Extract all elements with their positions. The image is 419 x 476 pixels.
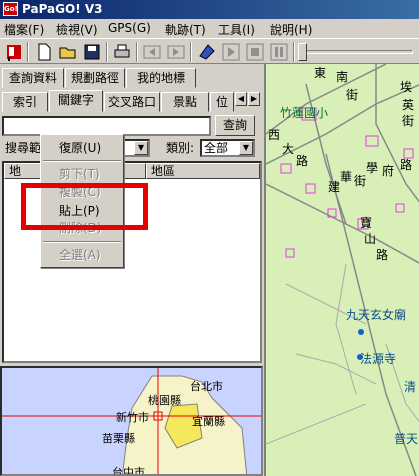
- toolbar-separator: [293, 42, 295, 62]
- chevron-down-icon[interactable]: ▼: [134, 141, 148, 155]
- tab-keyword[interactable]: 關鍵字: [49, 90, 103, 112]
- menu-help[interactable]: 說明(H): [270, 21, 312, 38]
- main-map[interactable]: 東 南 街 竹蓮國小 埃 英 街 西 大 路 學 府 路 華 建 街 寶 山 路…: [264, 64, 419, 476]
- map-street-label: 路: [296, 154, 309, 168]
- context-menu-cut[interactable]: 剪下(T): [41, 165, 123, 183]
- map-street-label: 南: [336, 70, 349, 84]
- toolbar-separator: [106, 42, 108, 62]
- map-street-label: 街: [346, 88, 359, 102]
- toolbar-separator: [190, 42, 192, 62]
- zoom-slider-thumb[interactable]: [298, 43, 307, 61]
- map-label: 桃園縣: [148, 394, 181, 407]
- new-file-icon[interactable]: [34, 42, 54, 62]
- tab-index[interactable]: 索引: [2, 92, 48, 112]
- map-label: 新竹市: [116, 411, 149, 424]
- pause-icon[interactable]: [269, 42, 289, 62]
- save-icon[interactable]: [82, 42, 102, 62]
- keyword-search-input[interactable]: [2, 116, 211, 136]
- menu-tools[interactable]: 工具(I): [218, 21, 255, 38]
- map-poi-label: 普天: [394, 432, 419, 446]
- map-street-label: 街: [354, 174, 367, 188]
- play-icon[interactable]: [221, 42, 241, 62]
- tab-my-landmarks[interactable]: 我的地標: [126, 68, 196, 88]
- menu-gps[interactable]: GPS(G): [108, 21, 151, 35]
- column-header-region[interactable]: 地區: [146, 163, 260, 179]
- map-poi-label: 九天玄女廟: [346, 308, 407, 322]
- menu-separator: [43, 241, 121, 243]
- title-bar: Go! PaPaGO! V3: [0, 0, 419, 19]
- map-label: 苗栗縣: [102, 432, 135, 445]
- map-label: 台北市: [190, 380, 223, 393]
- menu-bar: 檔案(F) 檢視(V) GPS(G) 軌跡(T) 工具(I) 說明(H): [0, 19, 419, 38]
- menu-view[interactable]: 檢視(V): [56, 21, 98, 38]
- map-street-label: 東: [314, 66, 327, 80]
- map-street-label: 街: [402, 114, 415, 128]
- map-street-label: 路: [376, 248, 389, 262]
- map-street-label: 大: [282, 142, 295, 156]
- tab-intersection[interactable]: 交叉路口: [104, 92, 160, 112]
- chevron-down-icon[interactable]: ▼: [239, 141, 253, 155]
- category-select[interactable]: 全部 ▼: [200, 139, 255, 157]
- map-poi-label: 法源寺: [360, 352, 397, 366]
- map-street-label: 寶: [360, 216, 373, 230]
- toolbar-separator: [136, 42, 138, 62]
- category-label: 類別:: [166, 141, 195, 155]
- gps-device-icon[interactable]: [197, 42, 217, 62]
- map-street-label: 西: [268, 128, 281, 142]
- tab-plan-route[interactable]: 規劃路徑: [65, 68, 125, 88]
- zoom-slider-track[interactable]: [305, 50, 413, 54]
- map-street-label: 建: [328, 180, 341, 194]
- map-poi-label: 竹蓮國小: [280, 106, 329, 120]
- map-street-label: 埃: [400, 80, 413, 94]
- map-street-label: 府: [382, 164, 395, 178]
- open-folder-icon[interactable]: [58, 42, 78, 62]
- context-menu-select-all[interactable]: 全選(A): [41, 246, 123, 264]
- stop-icon[interactable]: [245, 42, 265, 62]
- map-label: 台中市: [112, 466, 145, 476]
- menu-separator: [43, 160, 121, 162]
- query-button[interactable]: 查詢: [215, 115, 255, 136]
- back-icon[interactable]: [142, 42, 162, 62]
- map-street-label: 學: [366, 161, 379, 175]
- map-street-label: 英: [402, 98, 415, 112]
- toolbar-separator: [27, 42, 29, 62]
- overview-map[interactable]: 台北市 桃園縣 新竹市 宜蘭縣 苗栗縣 台中市: [0, 366, 263, 476]
- menu-track[interactable]: 軌跡(T): [165, 21, 206, 38]
- tab-attractions[interactable]: 景點: [161, 92, 209, 112]
- map-label: 宜蘭縣: [192, 415, 225, 428]
- map-poi-label: 清: [404, 380, 417, 394]
- toolbar: [0, 38, 419, 64]
- context-menu-undo[interactable]: 復原(U): [41, 139, 123, 157]
- tab-location[interactable]: 位: [210, 92, 234, 112]
- menu-file[interactable]: 檔案(F): [4, 21, 44, 38]
- forward-icon[interactable]: [166, 42, 186, 62]
- search-scope-label: 搜尋範: [5, 141, 42, 155]
- map-street-label: 山: [364, 232, 377, 246]
- window-title: PaPaGO! V3: [22, 2, 103, 16]
- tab-scroll-left-icon[interactable]: ◀: [235, 92, 247, 106]
- flag-icon[interactable]: [4, 42, 24, 62]
- main-map-canvas: [266, 64, 419, 476]
- print-icon[interactable]: [112, 42, 132, 62]
- map-street-label: 路: [400, 158, 413, 172]
- tab-query-data[interactable]: 查詢資料: [2, 68, 64, 88]
- category-value: 全部: [204, 141, 229, 155]
- search-scope-select[interactable]: ▼: [122, 139, 150, 157]
- map-street-label: 華: [340, 170, 353, 184]
- papago-logo-icon: Go!: [3, 2, 18, 16]
- tab-scroll-right-icon[interactable]: ▶: [248, 92, 260, 106]
- highlight-annotation: [21, 183, 148, 230]
